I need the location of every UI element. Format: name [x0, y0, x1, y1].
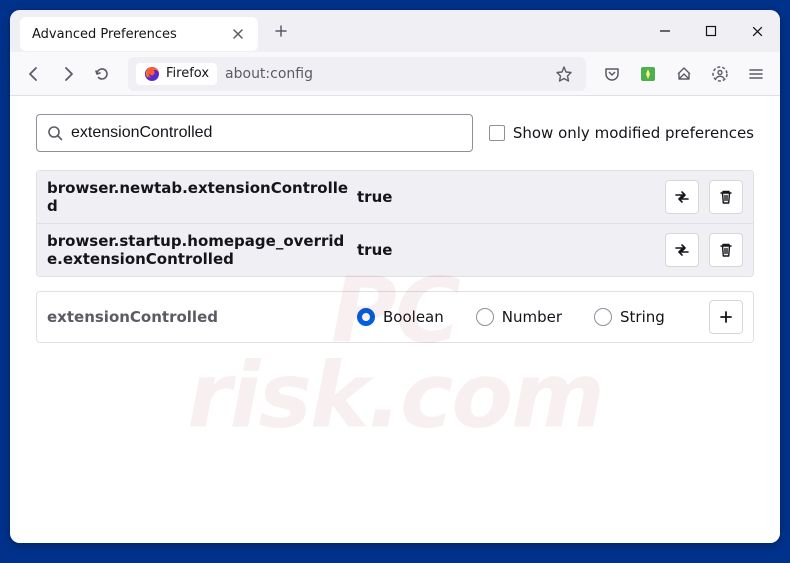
new-pref-name: extensionControlled	[47, 308, 357, 326]
pref-row: browser.newtab.extensionControlled true	[37, 171, 753, 224]
back-button[interactable]	[18, 58, 50, 90]
prefs-table: browser.newtab.extensionControlled true …	[36, 170, 754, 277]
search-box[interactable]	[36, 114, 473, 152]
checkbox-icon	[489, 125, 505, 141]
maximize-button[interactable]	[688, 10, 734, 52]
toggle-button[interactable]	[665, 180, 699, 214]
pref-name: browser.newtab.extensionControlled	[47, 179, 357, 215]
pref-value: true	[357, 241, 665, 259]
window-controls	[642, 10, 780, 52]
pref-name: browser.startup.homepage_override.extens…	[47, 232, 357, 268]
checkbox-label: Show only modified preferences	[513, 124, 754, 142]
pref-actions	[665, 233, 743, 267]
tab-active[interactable]: Advanced Preferences	[20, 17, 258, 51]
radio-icon	[476, 308, 494, 326]
tab-title: Advanced Preferences	[32, 27, 230, 42]
search-input[interactable]	[71, 124, 462, 142]
mail-icon[interactable]	[668, 58, 700, 90]
radio-icon	[357, 308, 375, 326]
radio-label: Boolean	[383, 308, 444, 326]
toolbar-actions	[596, 58, 772, 90]
reload-button[interactable]	[86, 58, 118, 90]
new-pref-table: extensionControlled Boolean Number Strin…	[36, 291, 754, 343]
pref-actions	[709, 300, 743, 334]
titlebar: Advanced Preferences	[10, 10, 780, 52]
new-tab-button[interactable]	[266, 16, 296, 46]
radio-number[interactable]: Number	[476, 308, 562, 326]
pref-value: true	[357, 188, 665, 206]
search-row: Show only modified preferences	[36, 114, 754, 152]
account-icon[interactable]	[704, 58, 736, 90]
delete-button[interactable]	[709, 233, 743, 267]
urlbar[interactable]: Firefox about:config	[128, 57, 586, 91]
close-window-button[interactable]	[734, 10, 780, 52]
url-text: about:config	[225, 66, 542, 82]
pref-row: browser.startup.homepage_override.extens…	[37, 224, 753, 276]
toolbar: Firefox about:config	[10, 52, 780, 96]
radio-label: Number	[502, 308, 562, 326]
new-pref-row: extensionControlled Boolean Number Strin…	[37, 292, 753, 342]
delete-button[interactable]	[709, 180, 743, 214]
bookmark-star-button[interactable]	[550, 60, 578, 88]
radio-boolean[interactable]: Boolean	[357, 308, 444, 326]
menu-button[interactable]	[740, 58, 772, 90]
show-modified-checkbox[interactable]: Show only modified preferences	[489, 124, 754, 142]
type-radio-group: Boolean Number String	[357, 308, 709, 326]
radio-string[interactable]: String	[594, 308, 665, 326]
identity-box[interactable]: Firefox	[136, 63, 217, 85]
search-icon	[47, 125, 63, 141]
content: PC risk.com Show only modified preferenc…	[10, 96, 780, 543]
identity-label: Firefox	[166, 66, 209, 81]
close-tab-button[interactable]	[230, 26, 246, 42]
radio-icon	[594, 308, 612, 326]
pocket-button[interactable]	[596, 58, 628, 90]
add-button[interactable]	[709, 300, 743, 334]
browser-window: Advanced Preferences	[10, 10, 780, 543]
toggle-button[interactable]	[665, 233, 699, 267]
extension-icon[interactable]	[632, 58, 664, 90]
pref-actions	[665, 180, 743, 214]
forward-button[interactable]	[52, 58, 84, 90]
minimize-button[interactable]	[642, 10, 688, 52]
radio-label: String	[620, 308, 665, 326]
firefox-logo-icon	[144, 66, 160, 82]
